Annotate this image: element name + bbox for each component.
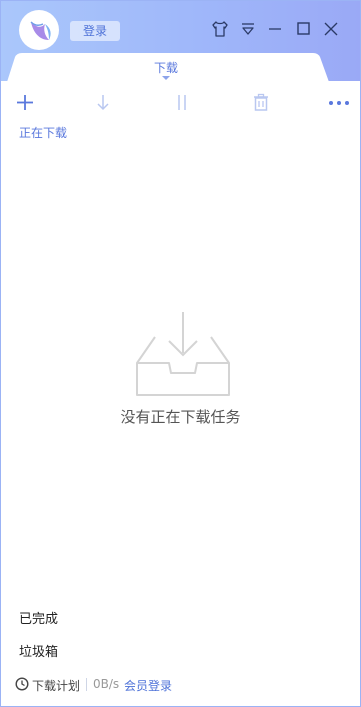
tshirt-icon[interactable]	[209, 18, 231, 40]
maximize-icon[interactable]	[292, 18, 314, 40]
more-icon[interactable]	[327, 91, 351, 115]
tab-download[interactable]: 下载	[149, 59, 183, 76]
status-bar: 下载计划 0B/s 会员登录	[1, 673, 360, 697]
sidebar-item-trash[interactable]: 垃圾箱	[19, 641, 58, 660]
pause-icon[interactable]	[170, 91, 194, 115]
login-button[interactable]: 登录	[70, 21, 120, 41]
bird-logo-icon[interactable]	[19, 10, 59, 50]
downloading-section-title[interactable]: 正在下载	[19, 124, 67, 141]
minimize-icon[interactable]	[264, 18, 286, 40]
download-speed: 0B/s	[93, 677, 120, 691]
divider	[86, 678, 87, 691]
vip-login-link[interactable]: 会员登录	[124, 677, 172, 694]
empty-inbox-icon	[136, 312, 230, 396]
download-plan-link[interactable]: 下载计划	[32, 677, 80, 694]
download-arrow-icon[interactable]	[91, 91, 115, 115]
menu-dropdown-icon[interactable]	[237, 18, 259, 40]
tab-indicator-icon	[162, 76, 170, 80]
clock-icon[interactable]	[15, 677, 29, 691]
empty-state-message: 没有正在下载任务	[120, 408, 241, 426]
sidebar-item-completed[interactable]: 已完成	[19, 608, 58, 627]
download-window: 登录 下载 正在下载 没有正在下载任务 已完成 垃圾箱 下载计划 0B/s 会员…	[0, 0, 361, 707]
close-icon[interactable]	[320, 18, 342, 40]
trash-icon[interactable]	[249, 91, 273, 115]
plus-icon[interactable]	[13, 91, 37, 115]
